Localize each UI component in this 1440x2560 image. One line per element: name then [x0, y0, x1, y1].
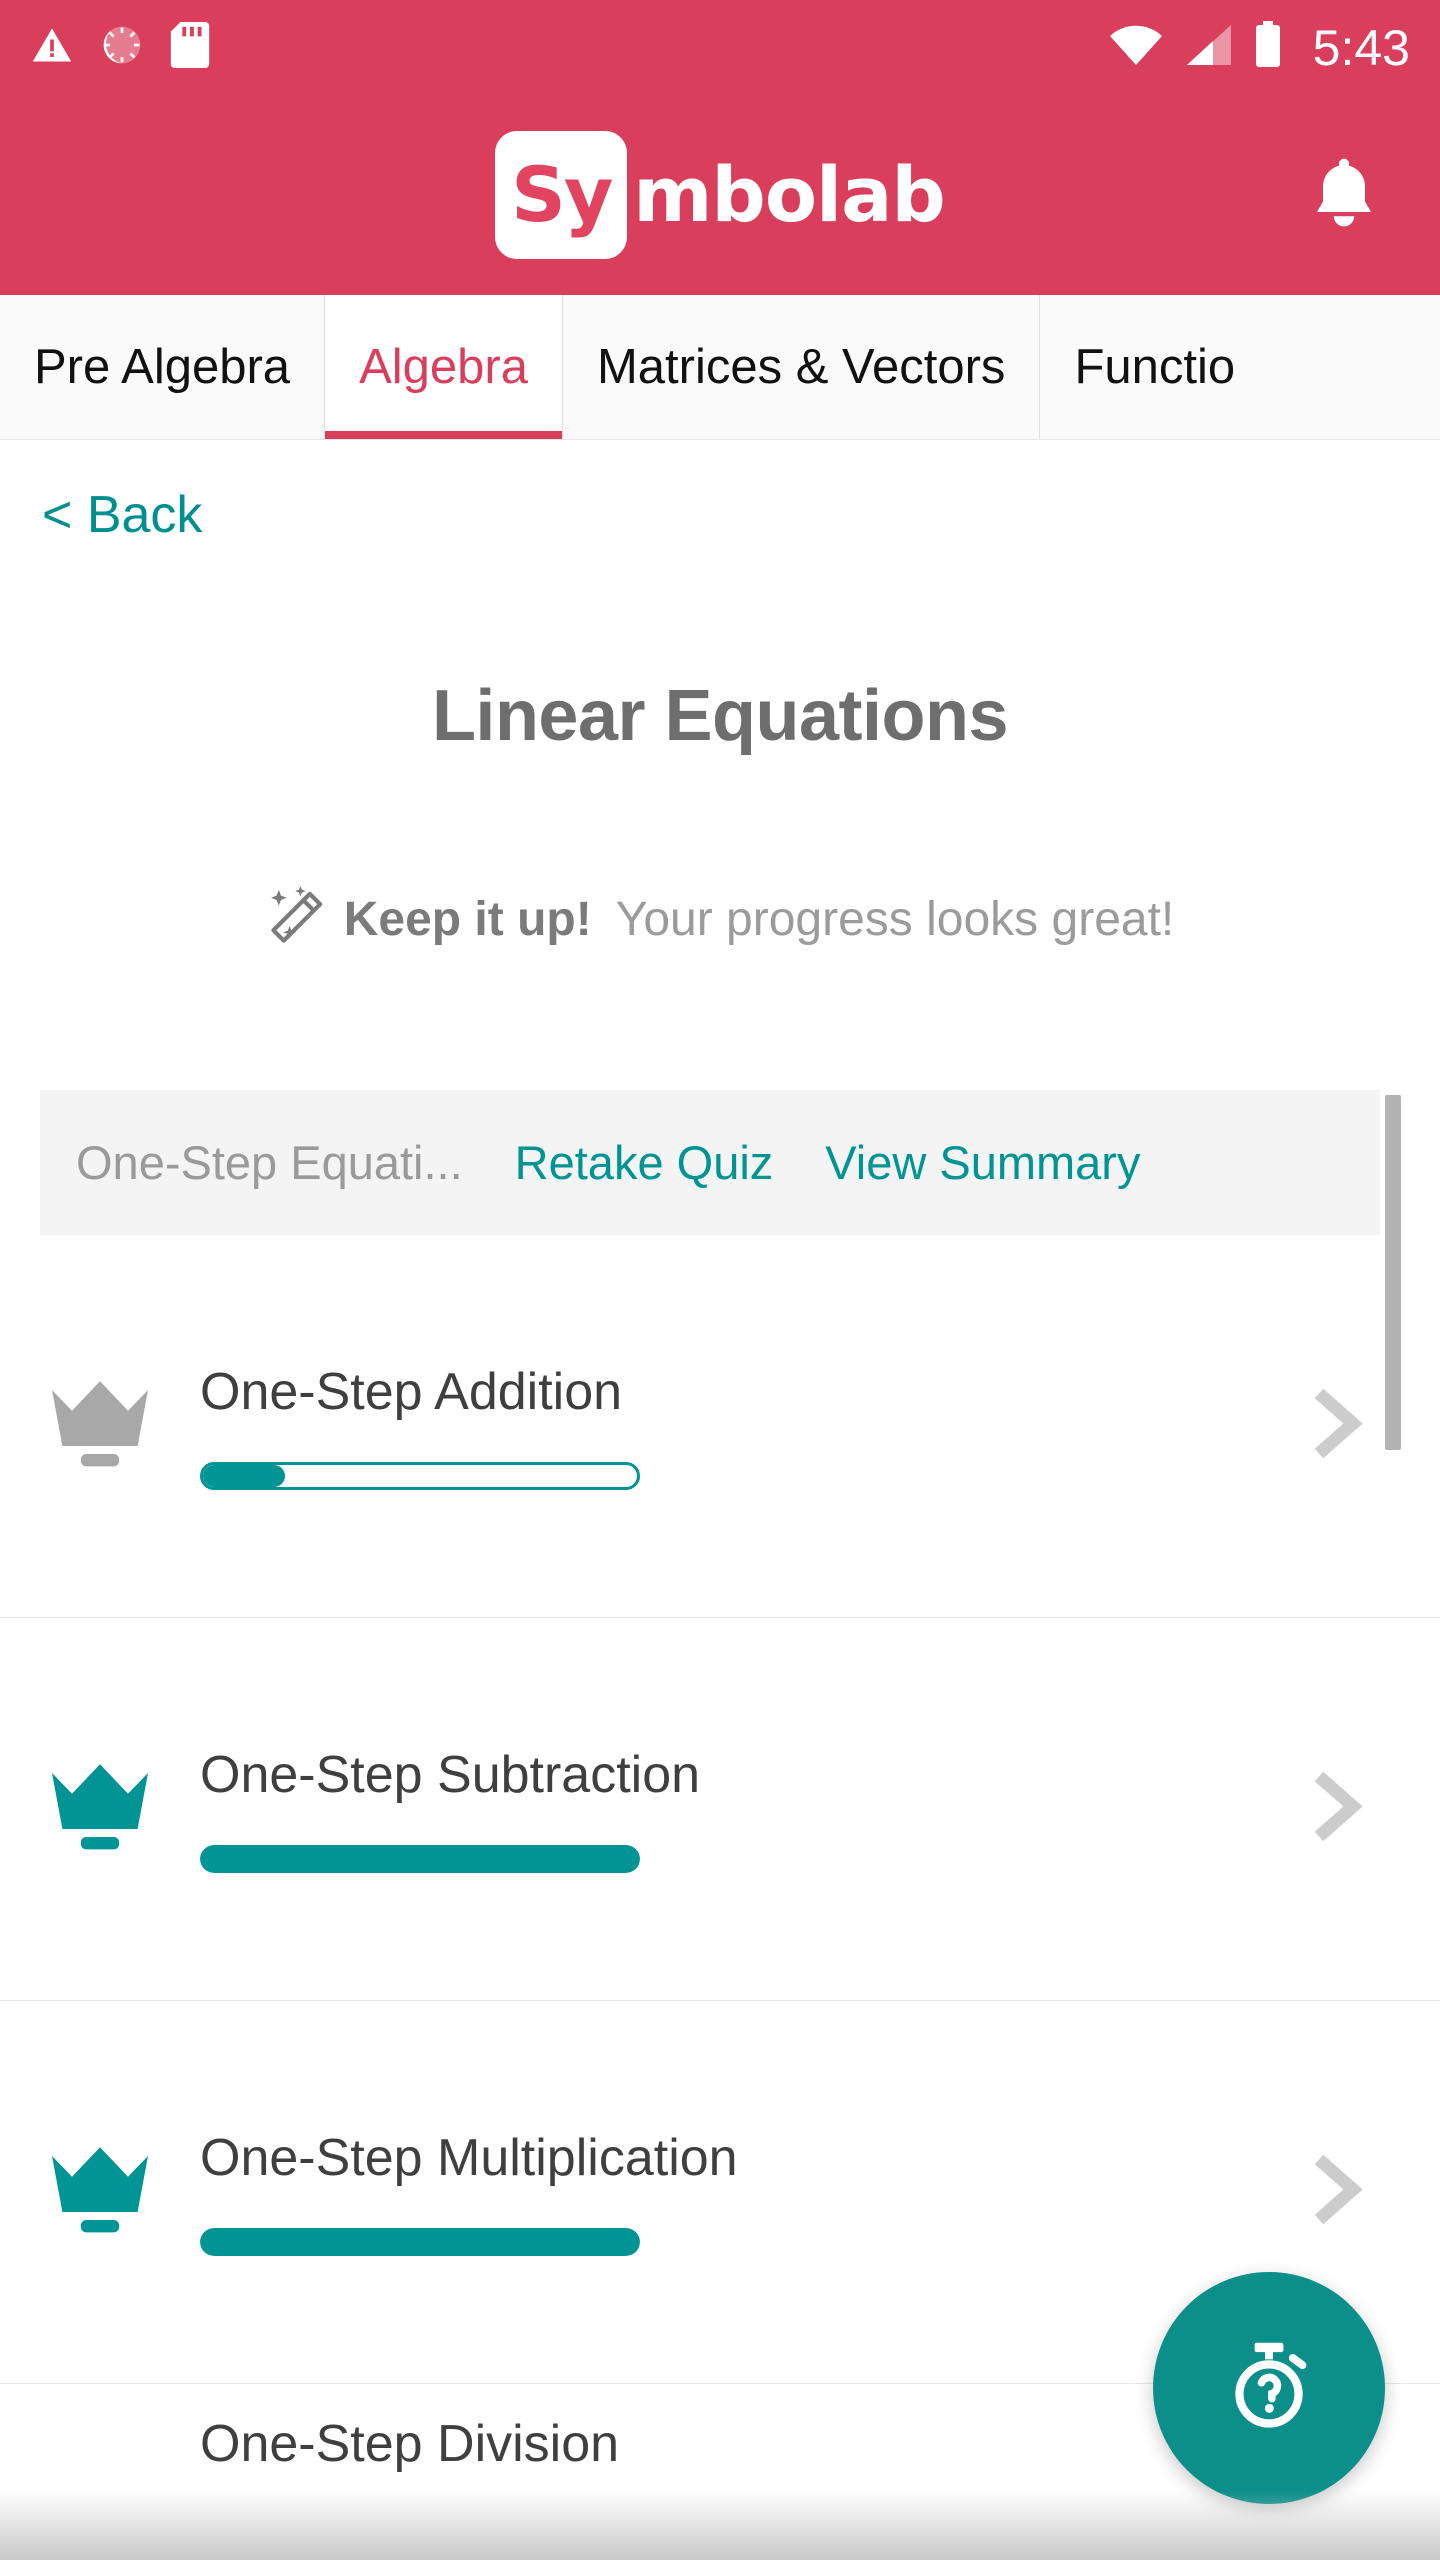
sd-card-icon: [170, 22, 210, 73]
quiz-summary-bar: One-Step Equati... Retake Quiz View Summ…: [40, 1090, 1380, 1235]
category-tabs[interactable]: Pre Algebra Algebra Matrices & Vectors F…: [0, 295, 1440, 440]
topic-label: One-Step Subtraction: [200, 1746, 701, 1804]
bell-icon[interactable]: [1308, 155, 1380, 236]
encouragement-headline: Keep it up!: [343, 893, 592, 946]
list-item[interactable]: One-Step Subtraction: [0, 1618, 1440, 2001]
status-bar-clock: 5:43: [1312, 19, 1410, 76]
page-title: Linear Equations: [431, 676, 1009, 756]
list-item[interactable]: One-Step Addition: [0, 1235, 1440, 1618]
crown-icon: [0, 1378, 200, 1474]
progress-fill: [203, 1465, 286, 1487]
tab-pre-algebra[interactable]: Pre Algebra: [0, 295, 324, 439]
progress-bar: [200, 1462, 640, 1490]
tab-label: Functio: [1074, 340, 1236, 394]
practice-timer-fab[interactable]: [1153, 2272, 1385, 2504]
symbolab-logo[interactable]: Sy mbolab: [495, 131, 946, 259]
retake-quiz-button[interactable]: Retake Quiz: [515, 1135, 774, 1190]
quiz-title: One-Step Equati...: [76, 1136, 463, 1189]
battery-icon: [1253, 21, 1283, 74]
logo-wordmark: mbolab: [633, 150, 946, 239]
stopwatch-question-icon: [1215, 2332, 1323, 2445]
progress-bar: [200, 1845, 640, 1873]
back-link[interactable]: < Back: [42, 485, 202, 545]
progress-fill: [200, 2228, 640, 2256]
status-bar-right-icons: 5:43: [1109, 19, 1410, 77]
app-header: Sy mbolab: [0, 95, 1440, 295]
crown-icon: [0, 1761, 200, 1857]
progress-bar: [200, 2228, 640, 2256]
chevron-right-icon[interactable]: [1309, 1386, 1365, 1467]
status-bar: 5:43: [0, 0, 1440, 95]
chevron-right-icon[interactable]: [1309, 1769, 1365, 1850]
tab-functions[interactable]: Functio: [1039, 295, 1269, 439]
topic-label: One-Step Addition: [200, 1363, 623, 1421]
topic-label: One-Step Multiplication: [200, 2129, 738, 2187]
topic-label: One-Step Division: [200, 2415, 620, 2473]
tab-label: Matrices & Vectors: [596, 340, 1006, 394]
list-item-body: One-Step Multiplication: [200, 2128, 1440, 2256]
view-summary-button[interactable]: View Summary: [825, 1135, 1140, 1190]
status-bar-left-icons: [30, 22, 210, 73]
list-item-body: One-Step Addition: [200, 1362, 1440, 1490]
sync-spinner-icon: [100, 23, 144, 72]
tab-label: Pre Algebra: [34, 340, 291, 394]
magic-wand-icon: [266, 885, 330, 954]
progress-fill: [200, 1845, 640, 1873]
tab-matrices-vectors[interactable]: Matrices & Vectors: [561, 295, 1039, 439]
tab-algebra[interactable]: Algebra: [324, 295, 562, 439]
crown-icon: [0, 2144, 200, 2240]
list-item-body: One-Step Subtraction: [200, 1745, 1440, 1873]
cellular-signal-icon: [1183, 23, 1233, 72]
encouragement-subtext: Your progress looks great!: [615, 893, 1175, 946]
wifi-icon: [1109, 23, 1163, 72]
chevron-right-icon[interactable]: [1309, 2152, 1365, 2233]
tab-label: Algebra: [359, 340, 528, 394]
encouragement-banner: Keep it up! Your progress looks great!: [0, 885, 1440, 954]
logo-badge: Sy: [495, 131, 628, 259]
logo-badge-text: Sy: [511, 150, 613, 239]
warning-triangle-icon: [30, 23, 74, 72]
